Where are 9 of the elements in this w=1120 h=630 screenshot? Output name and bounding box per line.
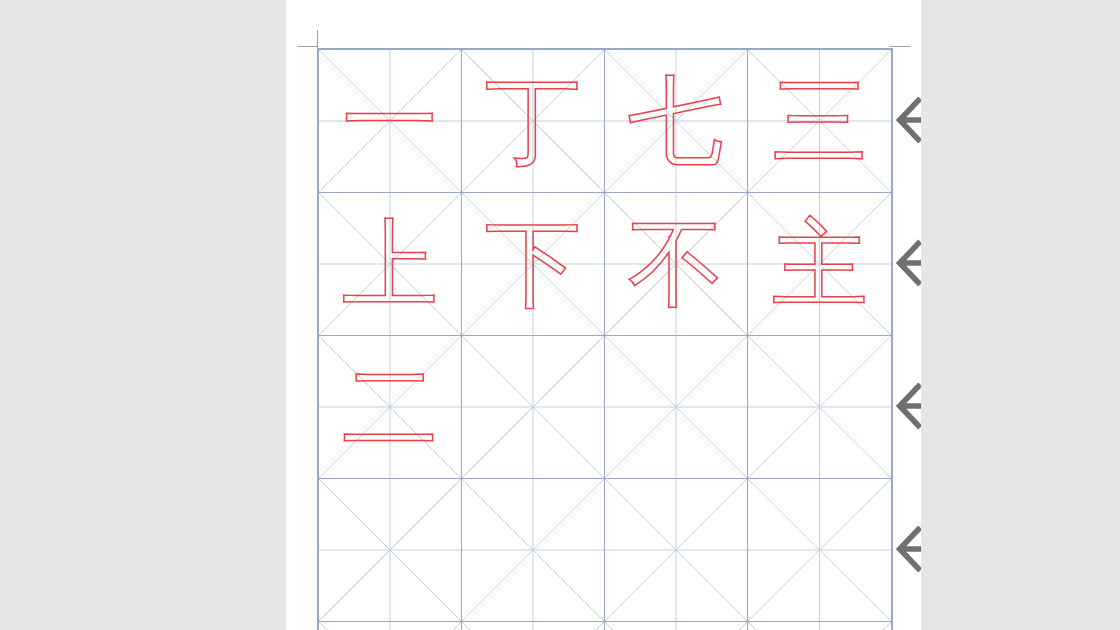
outlined-character: 丁 [485, 73, 581, 169]
outlined-character: 主 [771, 216, 868, 312]
outlined-character: 二 [342, 359, 438, 455]
outlined-character: 下 [485, 216, 581, 312]
outlined-character: 三 [771, 73, 868, 169]
outlined-character: 七 [628, 73, 724, 169]
outlined-character: 上 [342, 216, 438, 312]
outlined-character: 一 [342, 73, 438, 169]
outlined-character: 不 [628, 216, 724, 312]
